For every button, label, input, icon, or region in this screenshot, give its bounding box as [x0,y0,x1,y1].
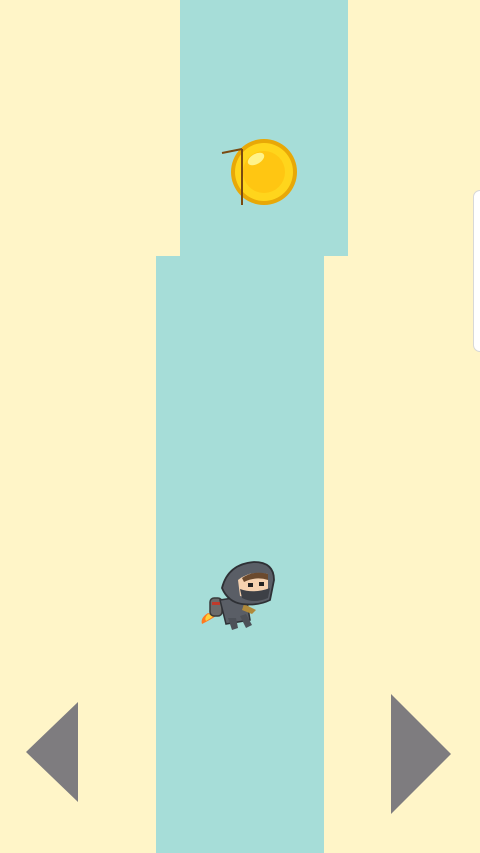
right-triangle-arrow-icon [391,694,451,814]
left-triangle-arrow-icon [26,702,78,802]
ninja-player [201,561,275,630]
track-segment-upper [180,0,348,256]
right-arrow-button[interactable] [385,690,457,818]
gold-coin-icon [221,139,297,205]
track-segment-lower [156,256,324,853]
left-arrow-button[interactable] [20,696,84,808]
edge-panel-handle[interactable] [473,190,480,352]
